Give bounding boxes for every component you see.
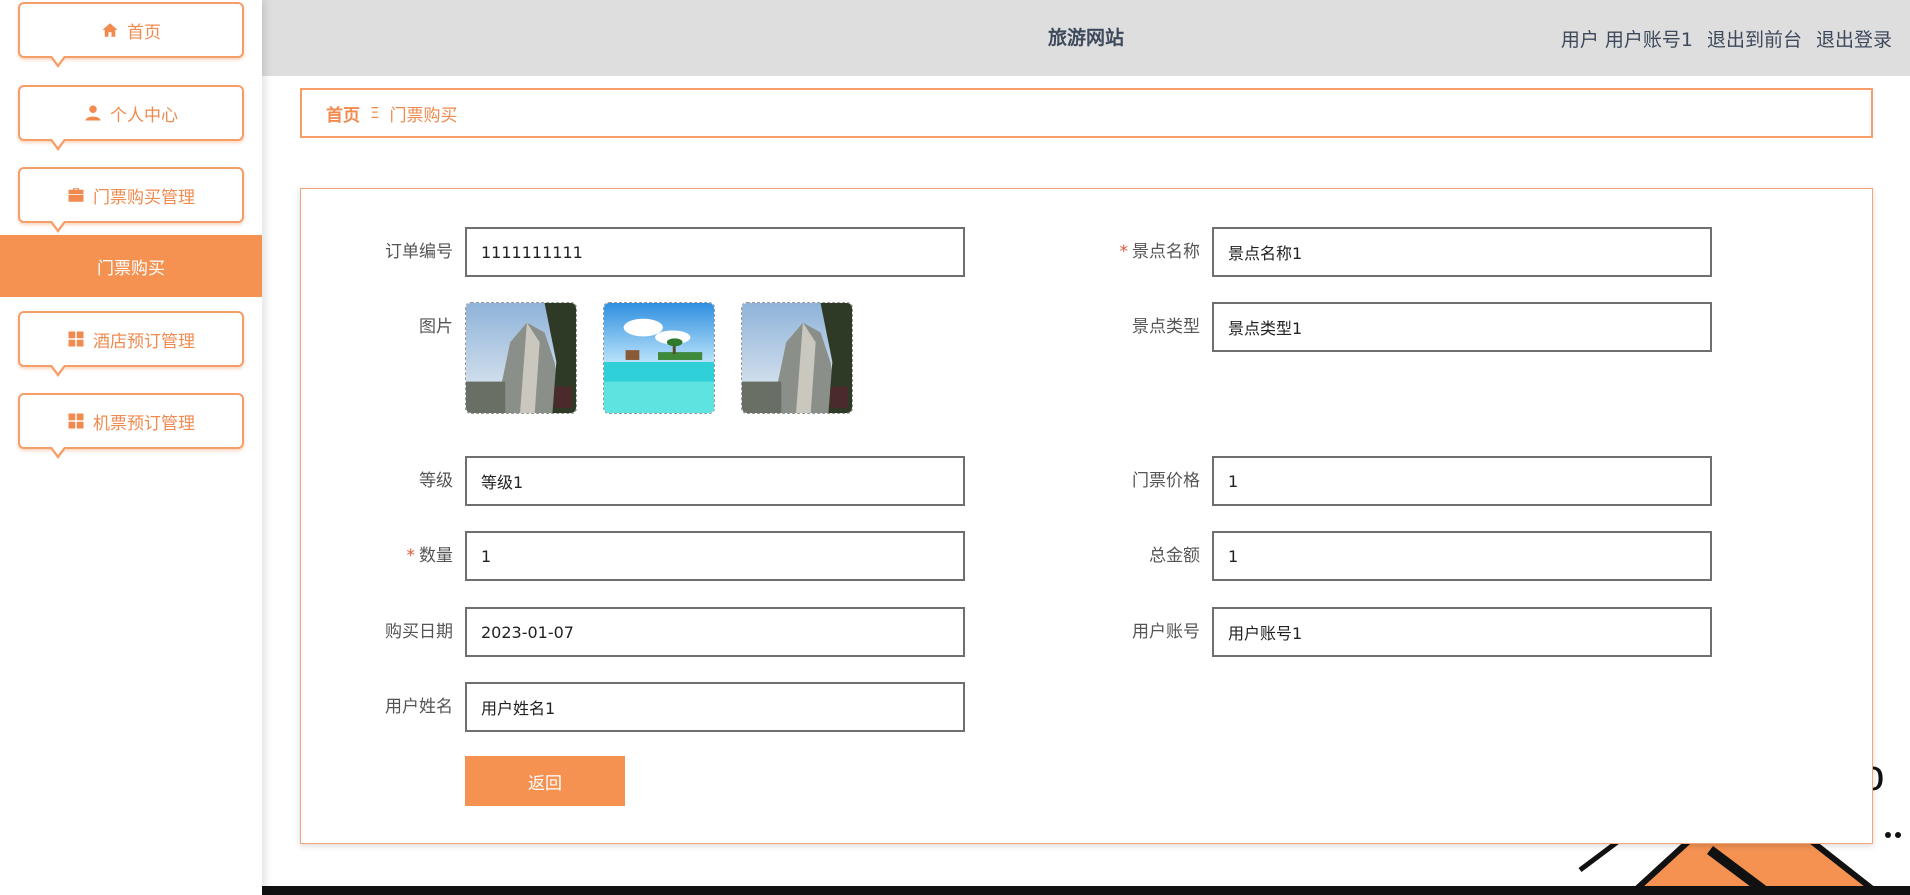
scenic-image-1[interactable]: [465, 302, 577, 414]
total-amount-input[interactable]: [1212, 531, 1712, 581]
sidebar-item-ticket-management[interactable]: 门票购买管理: [18, 167, 244, 233]
user-account-label: 用户账号: [1132, 622, 1200, 642]
home-icon: [101, 21, 119, 39]
breadcrumb-current: 门票购买: [389, 105, 458, 126]
scenic-image-2[interactable]: [603, 302, 715, 414]
sidebar-item-label: 个人中心: [110, 105, 178, 126]
grid-icon: [67, 330, 85, 348]
header-user-area: 用户 用户账号1 退出到前台 退出登录: [1561, 0, 1892, 76]
sidebar-item-label: 酒店预订管理: [93, 331, 195, 352]
required-mark: *: [406, 546, 416, 566]
sidebar-item-label: 首页: [127, 22, 161, 43]
briefcase-icon: [67, 186, 85, 204]
sidebar-item-hotel-booking[interactable]: 酒店预订管理: [18, 311, 244, 377]
image-label: 图片: [419, 317, 453, 337]
user-name-label: 用户姓名: [385, 697, 453, 717]
logout-link[interactable]: 退出登录: [1816, 25, 1892, 52]
scenic-image-3[interactable]: [741, 302, 853, 414]
sidebar-item-label: 门票购买管理: [93, 187, 195, 208]
exit-to-front-link[interactable]: 退出到前台: [1707, 25, 1802, 52]
user-icon: [84, 104, 102, 122]
user-account-input[interactable]: [1212, 607, 1712, 657]
sidebar-item-label: 机票预订管理: [93, 413, 195, 434]
sidebar: 首页 个人中心 门票购买管理 门票购买 酒店预订管理 机票预订管理: [0, 0, 262, 895]
submenu-ticket-purchase[interactable]: 门票购买: [0, 235, 262, 297]
quantity-input[interactable]: [465, 531, 965, 581]
level-label: 等级: [419, 471, 453, 491]
sidebar-item-personal-center[interactable]: 个人中心: [18, 85, 244, 151]
grid-icon: [67, 412, 85, 430]
total-amount-label: 总金额: [1149, 546, 1200, 566]
scenic-type-label: 景点类型: [1132, 317, 1200, 337]
sidebar-item-flight-booking[interactable]: 机票预订管理: [18, 393, 244, 459]
back-button[interactable]: 返回: [465, 756, 625, 806]
user-role-label: 用户 用户账号1: [1560, 28, 1693, 51]
scenic-name-input[interactable]: [1212, 227, 1712, 277]
scenic-name-label: * 景点名称: [1119, 242, 1201, 262]
top-header: 旅游网站 用户 用户账号1 退出到前台 退出登录: [262, 0, 1910, 76]
quantity-label: * 数量: [406, 546, 454, 566]
bottom-bar: [262, 886, 1910, 895]
sidebar-item-home[interactable]: 首页: [18, 2, 244, 68]
ticket-price-input[interactable]: [1212, 456, 1712, 506]
order-no-label: 订单编号: [385, 242, 453, 262]
required-mark: *: [1119, 242, 1129, 262]
breadcrumb-separator-icon: Ξ: [370, 104, 380, 122]
order-no-input[interactable]: [465, 227, 965, 277]
ticket-detail-form: 订单编号 *景点名称 图片: [300, 188, 1873, 844]
breadcrumb: 首页 Ξ 门票购买: [300, 88, 1873, 138]
user-name-input[interactable]: [465, 682, 965, 732]
breadcrumb-home[interactable]: 首页: [326, 101, 360, 126]
user-account-name: 用户账号1: [1604, 28, 1693, 51]
purchase-date-label: 购买日期: [385, 622, 453, 642]
purchase-date-input[interactable]: [465, 607, 965, 657]
level-input[interactable]: [465, 456, 965, 506]
scenic-type-input[interactable]: [1212, 302, 1712, 352]
submenu-label: 门票购买: [97, 258, 165, 279]
ticket-price-label: 门票价格: [1132, 471, 1200, 491]
